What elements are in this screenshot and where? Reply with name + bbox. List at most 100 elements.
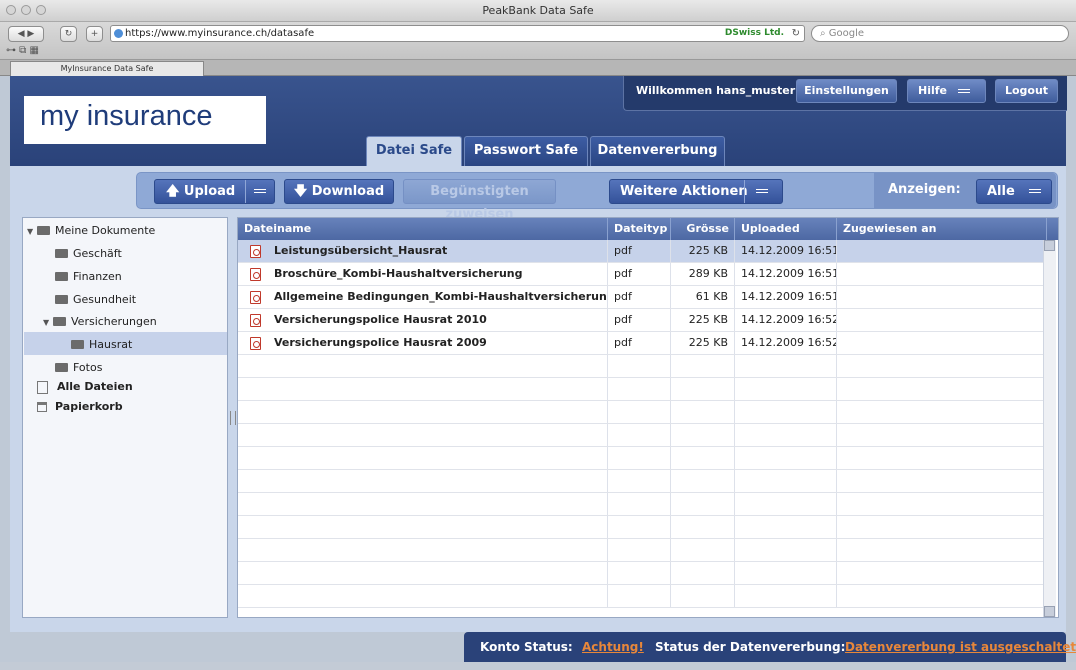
help-button[interactable]: Hilfe bbox=[907, 79, 986, 103]
table-row[interactable] bbox=[238, 516, 1047, 539]
cell-name bbox=[238, 562, 608, 584]
cell-text: 61 KB bbox=[695, 290, 728, 303]
cell-type: pdf bbox=[608, 263, 671, 285]
cell-type bbox=[608, 516, 671, 538]
cell-text: 289 KB bbox=[688, 267, 728, 280]
cell-name: Versicherungspolice Hausrat 2010 bbox=[238, 309, 608, 331]
pane-splitter[interactable] bbox=[230, 411, 236, 425]
table-row[interactable]: Broschüre_Kombi-Haushaltversicherung pdf 2… bbox=[238, 263, 1047, 286]
show-value: Alle bbox=[987, 184, 1015, 199]
cell-size bbox=[671, 493, 735, 515]
cell-type bbox=[608, 447, 671, 469]
cell-name bbox=[238, 424, 608, 446]
cell-size bbox=[671, 355, 735, 377]
tree-item-geschaeft[interactable]: Geschäft bbox=[55, 247, 122, 260]
tree-item-gesundheit[interactable]: Gesundheit bbox=[55, 293, 136, 306]
show-filter: Anzeigen: Alle bbox=[874, 173, 1056, 208]
show-select[interactable]: Alle bbox=[976, 179, 1052, 204]
cell-name bbox=[238, 585, 608, 607]
tree-label: Gesundheit bbox=[73, 293, 137, 306]
download-button[interactable]: 🡇 Download bbox=[284, 179, 394, 204]
cell-name bbox=[238, 539, 608, 561]
cell-size: 225 KB bbox=[671, 332, 735, 354]
tree-item-meine-dokumente[interactable]: ▼ Meine Dokumente bbox=[27, 224, 155, 237]
cell-type: pdf bbox=[608, 332, 671, 354]
scroll-up-button[interactable] bbox=[1044, 240, 1055, 251]
cell-type bbox=[608, 539, 671, 561]
add-bookmark-button[interactable]: + bbox=[86, 26, 103, 42]
table-row[interactable] bbox=[238, 493, 1047, 516]
cell-text: pdf bbox=[614, 267, 632, 280]
cell-size bbox=[671, 516, 735, 538]
bookmarks-bar-icons[interactable]: ⊶ ⧉ ▦ bbox=[6, 45, 39, 56]
tree-item-versicherungen[interactable]: ▼ Versicherungen bbox=[43, 315, 157, 328]
tab-datenvererbung[interactable]: Datenvererbung bbox=[590, 136, 725, 166]
welcome-text: Willkommen hans_muster bbox=[636, 84, 796, 97]
column-header-dateiname[interactable]: Dateiname bbox=[238, 218, 608, 240]
scroll-down-button[interactable] bbox=[1044, 606, 1055, 617]
cell-text: 14.12.2009 16:52 bbox=[741, 313, 837, 326]
cell-text: pdf bbox=[614, 244, 632, 257]
search-input[interactable]: ⌕ Google bbox=[811, 25, 1069, 42]
upload-label: Upload bbox=[183, 184, 236, 199]
cell-type: pdf bbox=[608, 309, 671, 331]
table-row[interactable] bbox=[238, 539, 1047, 562]
settings-button[interactable]: Einstellungen bbox=[796, 79, 897, 103]
table-row[interactable]: Versicherungspolice Hausrat 2009 pdf 225 K… bbox=[238, 332, 1047, 355]
table-row[interactable] bbox=[238, 447, 1047, 470]
table-row[interactable] bbox=[238, 355, 1047, 378]
more-actions-button[interactable]: Weitere Aktionen bbox=[609, 179, 783, 204]
folder-icon bbox=[55, 362, 68, 372]
arrow-up-icon: 🡅 bbox=[166, 184, 180, 199]
table-row[interactable]: Versicherungspolice Hausrat 2010 pdf 225 K… bbox=[238, 309, 1047, 332]
menu-icon[interactable] bbox=[254, 189, 266, 196]
table-row[interactable] bbox=[238, 378, 1047, 401]
cell-name bbox=[238, 470, 608, 492]
vertical-scrollbar[interactable] bbox=[1043, 240, 1056, 617]
tab-passwort-safe[interactable]: Passwort Safe bbox=[464, 136, 588, 166]
expand-triangle-icon[interactable]: ▼ bbox=[43, 318, 53, 327]
column-header-zugewiesen[interactable]: Zugewiesen an bbox=[837, 218, 1047, 240]
expand-triangle-icon[interactable]: ▼ bbox=[27, 227, 37, 236]
table-row[interactable] bbox=[238, 470, 1047, 493]
folder-icon bbox=[71, 339, 84, 349]
tree-item-papierkorb[interactable]: Papierkorb bbox=[37, 400, 123, 413]
browser-tab[interactable]: MyInsurance Data Safe bbox=[10, 61, 204, 76]
tab-datei-safe[interactable]: Datei Safe bbox=[366, 136, 462, 166]
column-header-uploaded[interactable]: Uploaded bbox=[735, 218, 837, 240]
cell-size: 289 KB bbox=[671, 263, 735, 285]
assign-beneficiary-button[interactable]: Begünstigten zuweisen bbox=[403, 179, 556, 222]
refresh-icon[interactable]: ↻ bbox=[792, 26, 800, 41]
tree-label: Hausrat bbox=[89, 338, 133, 351]
table-row[interactable] bbox=[238, 401, 1047, 424]
column-header-dateityp[interactable]: Dateityp bbox=[608, 218, 671, 240]
back-forward-buttons[interactable]: ◀ ▶ bbox=[8, 26, 44, 42]
column-header-groesse[interactable]: Grösse bbox=[671, 218, 735, 240]
table-row[interactable] bbox=[238, 585, 1047, 608]
cell-name bbox=[238, 378, 608, 400]
tree-label: Fotos bbox=[73, 361, 103, 374]
reload-button[interactable]: ↻ bbox=[60, 26, 77, 42]
tree-item-fotos[interactable]: Fotos bbox=[55, 361, 102, 374]
upload-button[interactable]: 🡅 Upload bbox=[154, 179, 275, 204]
tree-item-alle-dateien[interactable]: Alle Dateien bbox=[37, 380, 133, 394]
action-toolbar: 🡅 Upload 🡇 Download Begünstigten zuweise… bbox=[136, 172, 1058, 222]
url-text: https://www.myinsurance.ch/datasafe bbox=[125, 28, 315, 39]
table-row[interactable] bbox=[238, 424, 1047, 447]
logout-button[interactable]: Logout bbox=[995, 79, 1058, 103]
cell-assigned bbox=[837, 309, 1047, 331]
cell-size bbox=[671, 585, 735, 607]
table-row[interactable]: Leistungsübersicht_Hausrat pdf 225 KB 14.12… bbox=[238, 240, 1047, 263]
tree-item-finanzen[interactable]: Finanzen bbox=[55, 270, 122, 283]
table-row[interactable] bbox=[238, 562, 1047, 585]
cell-size bbox=[671, 470, 735, 492]
cell-type bbox=[608, 401, 671, 423]
account-status-link[interactable]: Achtung! bbox=[582, 640, 644, 654]
tree-item-hausrat[interactable]: Hausrat bbox=[71, 338, 132, 351]
cell-uploaded bbox=[735, 585, 837, 607]
address-bar[interactable]: https://www.myinsurance.ch/datasafe DSwi… bbox=[110, 25, 805, 42]
folder-icon bbox=[37, 225, 50, 235]
table-row[interactable]: Allgemeine Bedingungen_Kombi-Haushaltver… bbox=[238, 286, 1047, 309]
logo-text: my insurance bbox=[40, 100, 213, 132]
inheritance-status-link[interactable]: Datenvererbung ist ausgeschaltet bbox=[845, 640, 1076, 654]
